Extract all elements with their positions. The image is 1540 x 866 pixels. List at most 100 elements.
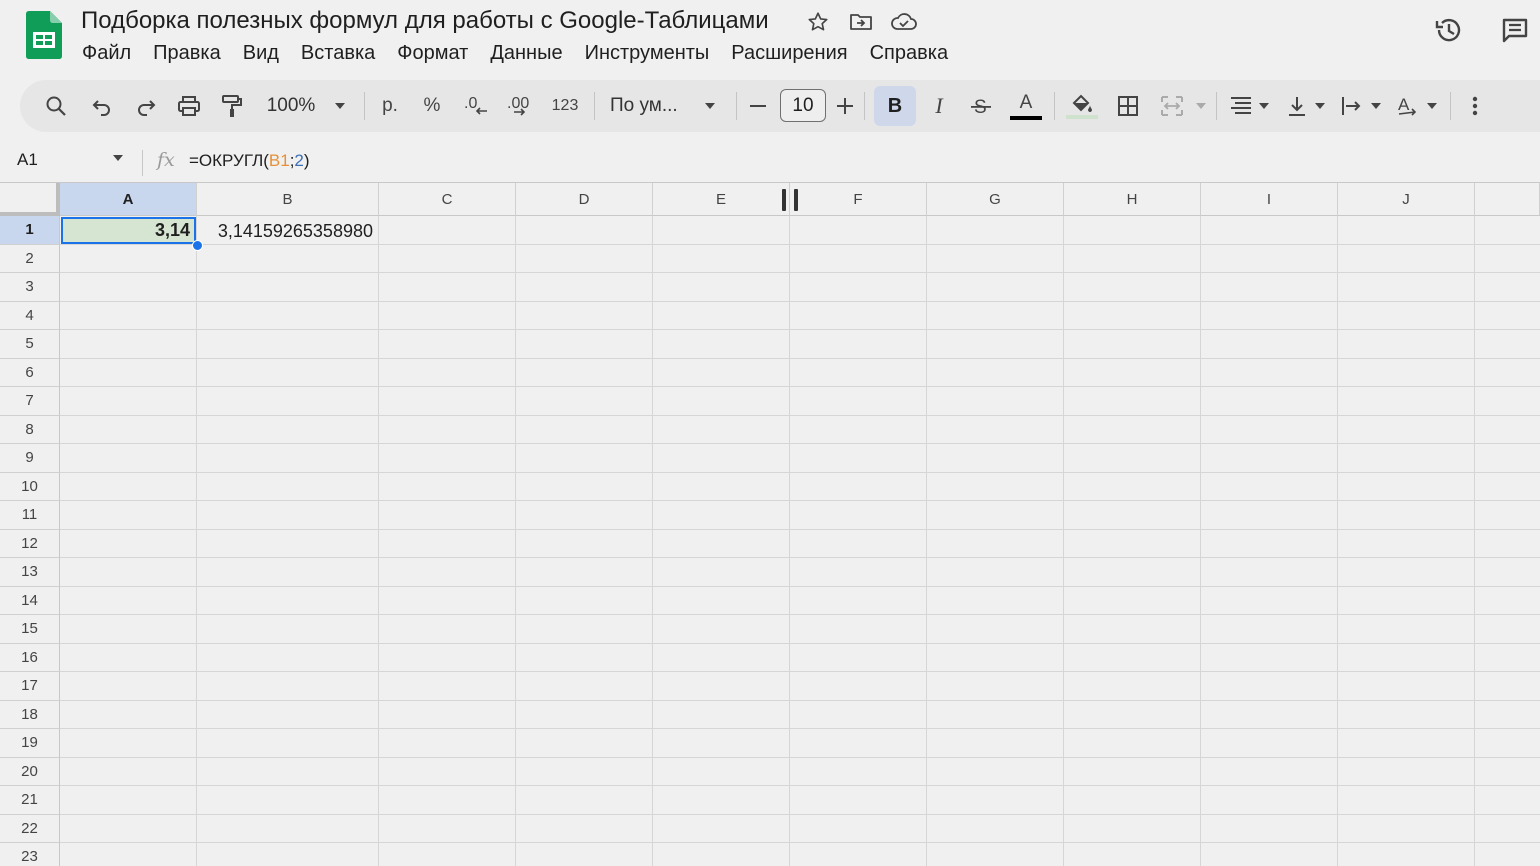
increase-font-size-icon[interactable] [833,80,857,132]
redo-icon[interactable] [130,80,162,132]
bold-button[interactable]: B [874,86,916,126]
row-header-1[interactable]: 1 [0,216,60,245]
paint-format-icon[interactable] [216,80,248,132]
row-header-2[interactable]: 2 [0,244,60,273]
column-header-g[interactable]: G [927,183,1064,216]
star-icon[interactable] [803,8,833,36]
undo-icon[interactable] [86,80,118,132]
row-header-15[interactable]: 15 [0,615,60,644]
borders-icon[interactable] [1112,80,1144,132]
column-header-j[interactable]: J [1338,183,1475,216]
row-header-16[interactable]: 16 [0,643,60,672]
formula-input[interactable]: =ОКРУГЛ(B1;2) [189,151,310,171]
row-header-22[interactable]: 22 [0,814,60,843]
row-header-20[interactable]: 20 [0,757,60,786]
column-header-d[interactable]: D [516,183,653,216]
row-header-18[interactable]: 18 [0,700,60,729]
menu-data[interactable]: Данные [479,40,573,66]
name-box-dropdown-icon[interactable] [112,154,124,162]
row-header-19[interactable]: 19 [0,729,60,758]
fill-handle[interactable] [192,240,203,251]
name-box[interactable]: A1 [17,150,38,170]
text-wrapping-icon[interactable] [1336,80,1366,132]
zoom-dropdown-icon[interactable] [330,80,350,132]
row-header-11[interactable]: 11 [0,501,60,530]
row-header-14[interactable]: 14 [0,586,60,615]
row-header-13[interactable]: 13 [0,558,60,587]
row-header-5[interactable]: 5 [0,330,60,359]
strikethrough-icon[interactable]: S [966,80,996,132]
row-header-6[interactable]: 6 [0,358,60,387]
text-rotation-icon[interactable]: A [1392,80,1422,132]
text-color-swatch [1010,115,1042,120]
comments-icon[interactable] [1497,12,1533,48]
spreadsheet-grid[interactable]: A B C D E F G H I J 1 2 3 4 5 6 7 8 9 10 11 12 13 14 15 16 17 18 19 2… [0,182,1540,866]
cell-a1[interactable]: 3,14 [61,217,196,244]
version-history-icon[interactable] [1431,12,1467,48]
font-size-input[interactable]: 10 [780,89,826,122]
text-color-button[interactable]: A [1008,80,1044,132]
row-header-7[interactable]: 7 [0,387,60,416]
menu-format[interactable]: Формат [386,40,479,66]
move-to-folder-icon[interactable] [846,8,876,36]
select-all-corner[interactable] [0,183,60,216]
column-gridline [1337,216,1338,866]
menu-view[interactable]: Вид [232,40,290,66]
row-gridline [60,500,1540,501]
column-header-i[interactable]: I [1201,183,1338,216]
halign-dropdown-icon[interactable] [1256,80,1272,132]
document-title[interactable]: Подборка полезных формул для работы с Go… [81,6,769,36]
column-header-b[interactable]: B [197,183,379,216]
menu-tools[interactable]: Инструменты [574,40,721,66]
row-header-17[interactable]: 17 [0,672,60,701]
row-header-9[interactable]: 9 [0,444,60,473]
decrease-font-size-icon[interactable] [746,80,770,132]
fill-color-icon[interactable] [1064,80,1100,132]
menu-help[interactable]: Справка [859,40,959,66]
column-header-f[interactable]: F [790,183,927,216]
merge-cells-icon[interactable] [1156,80,1188,132]
row-gridline [60,386,1540,387]
menu-insert[interactable]: Вставка [290,40,386,66]
row-header-4[interactable]: 4 [0,301,60,330]
column-header-h[interactable]: H [1064,183,1201,216]
formula-prefix: =ОКРУГЛ( [189,151,269,170]
vertical-align-icon[interactable] [1282,80,1312,132]
wrap-dropdown-icon[interactable] [1368,80,1384,132]
cell-b1[interactable]: 3,14159265358980 [197,217,378,245]
percent-format-button[interactable]: % [418,80,446,132]
currency-format-button[interactable]: р. [376,80,404,132]
column-header-c[interactable]: C [379,183,516,216]
rotation-dropdown-icon[interactable] [1424,80,1440,132]
increase-decimal-icon[interactable]: .00 [504,80,538,132]
column-resize-bar [794,189,798,211]
menu-extensions[interactable]: Расширения [720,40,858,66]
row-header-21[interactable]: 21 [0,786,60,815]
horizontal-align-icon[interactable] [1226,80,1256,132]
row-header-8[interactable]: 8 [0,415,60,444]
valign-dropdown-icon[interactable] [1312,80,1328,132]
row-header-23[interactable]: 23 [0,843,60,866]
more-formats-button[interactable]: 123 [547,80,583,132]
sheets-logo-icon[interactable] [26,11,62,59]
cloud-saved-icon[interactable] [889,8,919,36]
merge-dropdown-icon[interactable] [1192,80,1210,132]
row-gridline [60,785,1540,786]
menu-file[interactable]: Файл [71,40,142,66]
menu-edit[interactable]: Правка [142,40,232,66]
decrease-decimal-icon[interactable]: .0 [460,80,494,132]
print-icon[interactable] [173,80,205,132]
zoom-select[interactable]: 100% [260,80,322,132]
row-header-3[interactable]: 3 [0,273,60,302]
font-dropdown-icon[interactable] [700,80,720,132]
column-header-e[interactable]: E [653,183,790,216]
row-header-12[interactable]: 12 [0,529,60,558]
more-options-icon[interactable] [1460,80,1490,132]
italic-button[interactable]: I [924,80,954,132]
column-resize-handle[interactable] [782,189,798,211]
font-select[interactable]: По ум... [610,80,686,132]
row-header-10[interactable]: 10 [0,472,60,501]
search-menus-icon[interactable] [40,80,72,132]
column-header-a[interactable]: A [60,183,197,216]
column-header-next[interactable] [1475,183,1540,216]
